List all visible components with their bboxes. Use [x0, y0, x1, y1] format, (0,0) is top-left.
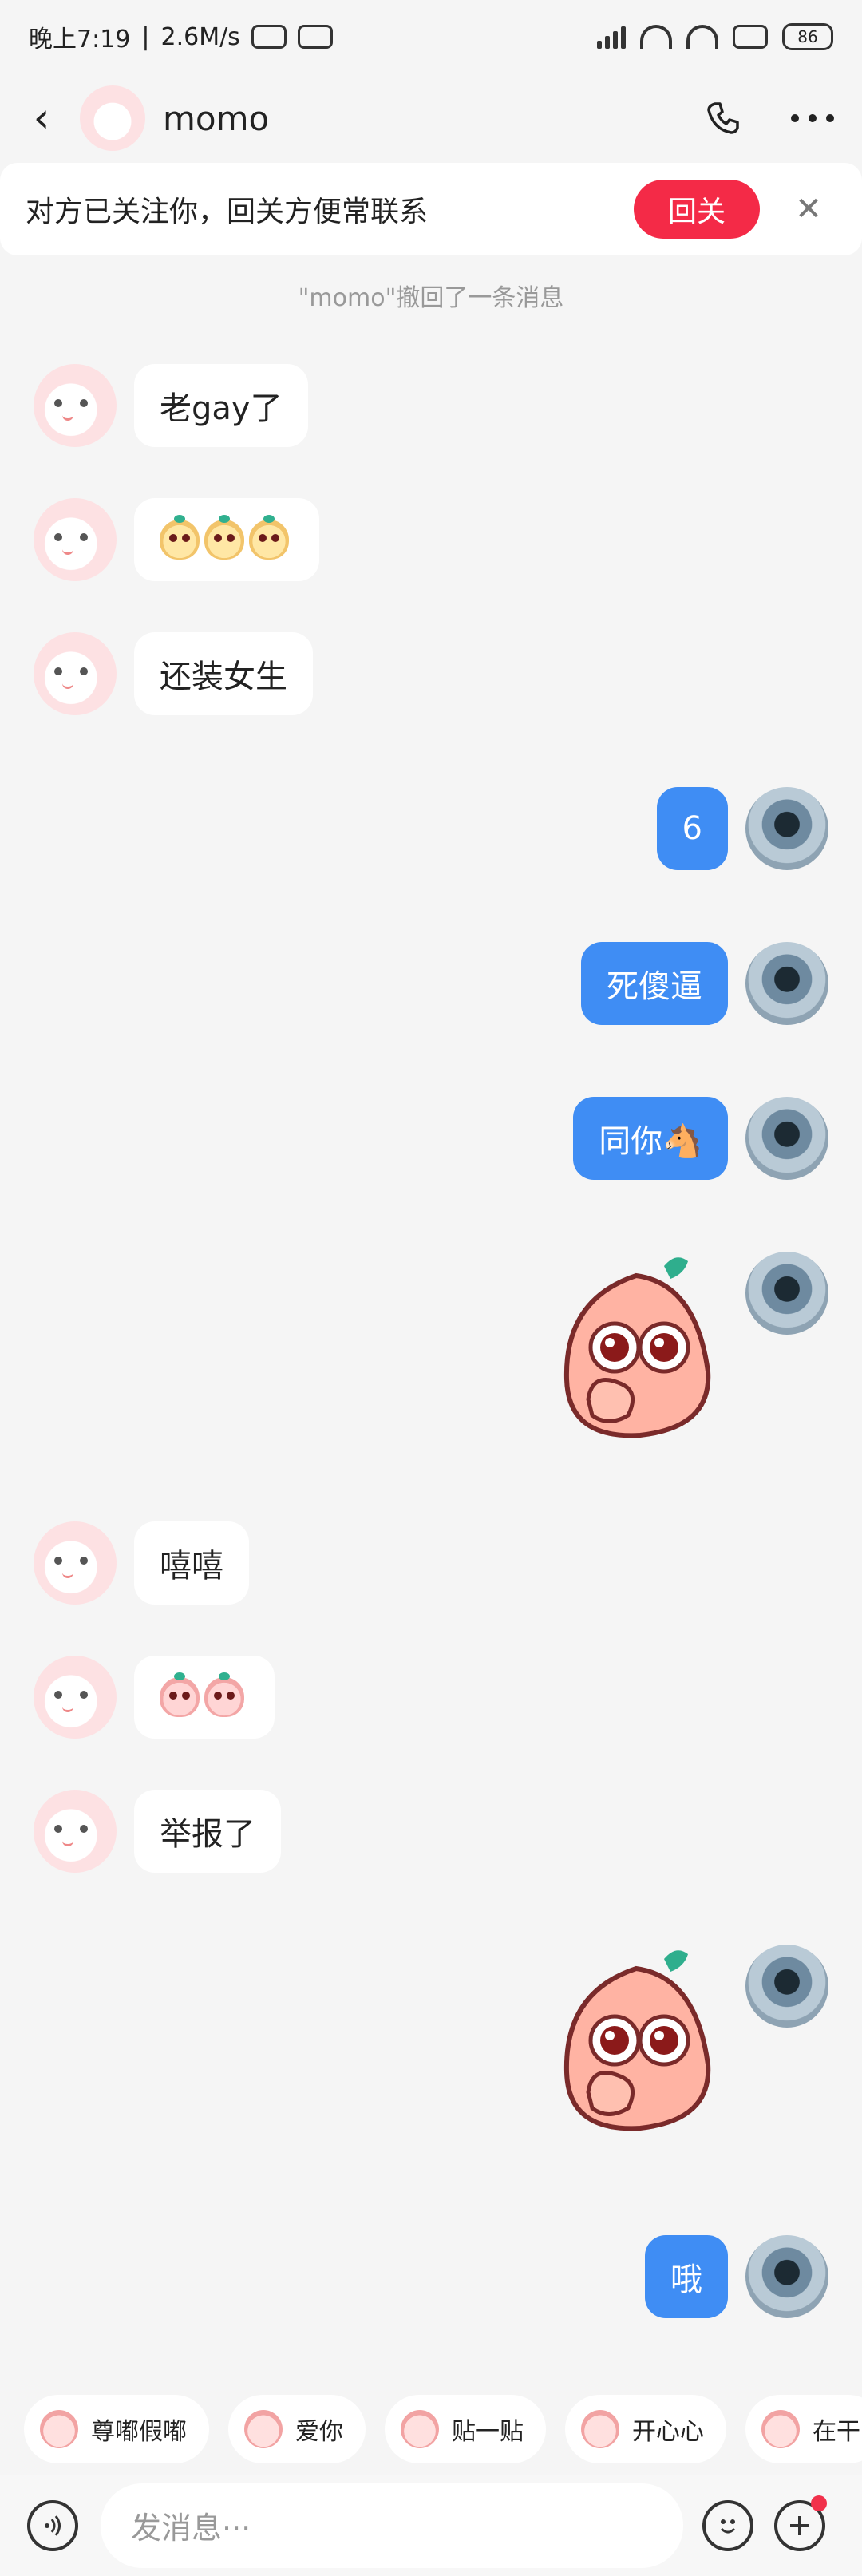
- message-bubble[interactable]: 还装女生: [134, 632, 313, 715]
- sticker-icon: [581, 2410, 619, 2448]
- quick-reply-chip[interactable]: 在干: [745, 2395, 862, 2463]
- chat-header: ‹ momo: [0, 73, 862, 163]
- more-icon[interactable]: [787, 93, 838, 144]
- wifi-icon-2: [686, 25, 718, 49]
- my-avatar[interactable]: [745, 942, 828, 1025]
- notification-dot: [811, 2495, 827, 2511]
- emoji-icon: [160, 1672, 200, 1717]
- emoji-icon: [160, 515, 200, 560]
- status-bar: 晚上7:19 | 2.6M/s 86: [0, 0, 862, 73]
- emoji-icon: [249, 515, 289, 560]
- message-row: 老gay了: [34, 364, 308, 447]
- wifi-icon: [640, 25, 672, 49]
- message-row: 哦: [645, 2235, 828, 2318]
- message-row: 同你🐴: [573, 1097, 828, 1180]
- chip-label: 爱你: [295, 2418, 343, 2446]
- my-avatar[interactable]: [745, 1252, 828, 1335]
- message-row: [34, 1656, 275, 1739]
- alarm-icon: [297, 25, 333, 49]
- message-row: 6: [656, 787, 828, 870]
- back-icon[interactable]: ‹: [24, 94, 59, 142]
- status-right: 86: [597, 23, 833, 50]
- contact-name[interactable]: momo: [163, 99, 269, 138]
- contact-avatar[interactable]: [80, 85, 145, 151]
- signal-icon: [597, 25, 626, 49]
- phone-icon[interactable]: [698, 93, 749, 144]
- chip-label: 贴一贴: [452, 2418, 524, 2446]
- contact-avatar[interactable]: [34, 1521, 117, 1605]
- recall-notice: "momo"撤回了一条消息: [298, 284, 564, 312]
- message-bubble[interactable]: 哦: [645, 2235, 728, 2318]
- message-row: [544, 1945, 828, 2144]
- message-bubble[interactable]: 6: [656, 787, 728, 870]
- plus-icon[interactable]: [774, 2495, 827, 2551]
- app-notification-icon: [251, 25, 287, 49]
- chip-label: 尊嘟假嘟: [91, 2418, 187, 2446]
- my-avatar[interactable]: [745, 1945, 828, 2028]
- emoji-bubble[interactable]: [134, 1656, 275, 1739]
- message-row: 嘻嘻: [34, 1521, 249, 1605]
- header-actions: [698, 93, 838, 144]
- quick-reply-chip[interactable]: 开心心: [565, 2395, 726, 2463]
- chip-label: 开心心: [632, 2418, 704, 2446]
- message-row: 举报了: [34, 1790, 281, 1873]
- voice-icon[interactable]: [27, 2499, 78, 2551]
- input-bar: 发消息···: [0, 2475, 862, 2576]
- message-bubble[interactable]: 死傻逼: [581, 942, 728, 1025]
- quick-reply-chip[interactable]: 贴一贴: [385, 2395, 546, 2463]
- quick-reply-bar: 尊嘟假嘟 爱你 贴一贴 开心心 在干: [0, 2385, 862, 2473]
- follow-banner: 对方已关注你，回关方便常联系 回关 ✕: [0, 163, 862, 255]
- status-left: 晚上7:19 | 2.6M/s: [29, 19, 333, 54]
- sticker-icon: [244, 2410, 283, 2448]
- message-bubble[interactable]: 同你🐴: [573, 1097, 728, 1180]
- quick-reply-chip[interactable]: 尊嘟假嘟: [24, 2395, 209, 2463]
- contact-avatar[interactable]: [34, 498, 117, 581]
- status-emoji-icon: [733, 25, 768, 49]
- emoji-icon: [204, 515, 244, 560]
- message-row: 死傻逼: [581, 942, 828, 1025]
- emoji-bubble[interactable]: [134, 498, 319, 581]
- follow-back-button[interactable]: 回关: [634, 180, 760, 239]
- sticker-image[interactable]: [544, 1252, 728, 1451]
- message-row: 还装女生: [34, 632, 313, 715]
- message-row: [34, 498, 319, 581]
- emoji-icon: [204, 1672, 244, 1717]
- status-divider: |: [141, 22, 150, 51]
- contact-avatar[interactable]: [34, 1656, 117, 1739]
- network-speed: 2.6M/s: [160, 22, 240, 51]
- message-bubble[interactable]: 举报了: [134, 1790, 281, 1873]
- contact-avatar[interactable]: [34, 1790, 117, 1873]
- sticker-icon: [761, 2410, 800, 2448]
- contact-avatar[interactable]: [34, 364, 117, 447]
- message-row: [544, 1252, 828, 1451]
- my-avatar[interactable]: [745, 1097, 828, 1180]
- chip-label: 在干: [813, 2418, 860, 2446]
- close-icon[interactable]: ✕: [781, 181, 836, 237]
- my-avatar[interactable]: [745, 2235, 828, 2318]
- emoji-icon[interactable]: [702, 2499, 753, 2551]
- sticker-icon: [401, 2410, 439, 2448]
- message-input[interactable]: 发消息···: [101, 2483, 683, 2568]
- my-avatar[interactable]: [745, 787, 828, 870]
- message-bubble[interactable]: 老gay了: [134, 364, 308, 447]
- sticker-image[interactable]: [544, 1945, 728, 2144]
- follow-banner-text: 对方已关注你，回关方便常联系: [26, 196, 429, 228]
- sticker-icon: [40, 2410, 78, 2448]
- contact-avatar[interactable]: [34, 632, 117, 715]
- status-time: 晚上7:19: [29, 26, 131, 53]
- quick-reply-chip[interactable]: 爱你: [228, 2395, 366, 2463]
- message-bubble[interactable]: 嘻嘻: [134, 1521, 249, 1605]
- battery-icon: 86: [782, 23, 833, 50]
